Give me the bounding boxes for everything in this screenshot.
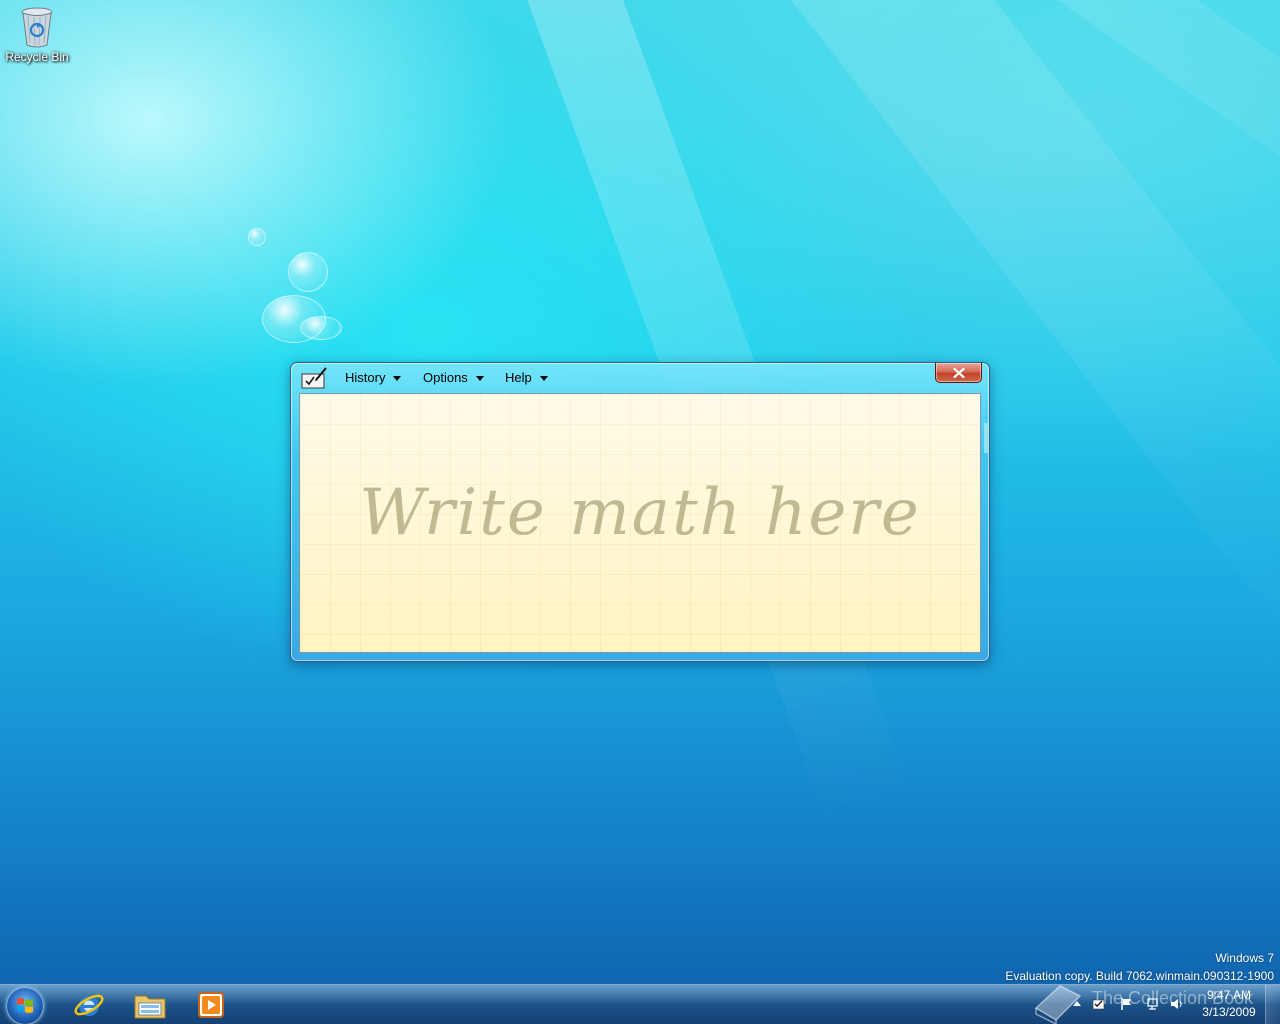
watermark-os-name: Windows 7 (1215, 951, 1274, 965)
bubble (300, 316, 342, 340)
windows-logo-icon (17, 998, 33, 1013)
menu-options-label: Options (423, 370, 468, 385)
math-input-panel-window[interactable]: History Options Help Write math here (290, 362, 990, 662)
chevron-down-icon (539, 375, 548, 381)
bubble (288, 252, 328, 292)
windows-explorer-icon (134, 995, 166, 1019)
watermark-build: Evaluation copy. Build 7062.winmain.0903… (1005, 969, 1274, 983)
taskbar-media-player[interactable] (182, 986, 240, 1024)
volume-icon[interactable] (1170, 998, 1184, 1010)
flag-icon[interactable] (1120, 998, 1134, 1010)
show-hidden-icons-arrow[interactable] (1070, 998, 1084, 1010)
start-button[interactable] (6, 987, 44, 1024)
taskbar-windows-explorer[interactable] (121, 986, 179, 1024)
network-icon[interactable] (1146, 998, 1160, 1010)
math-input-panel-icon[interactable] (300, 366, 328, 390)
writing-area[interactable]: Write math here (299, 393, 981, 653)
window-edge-highlight (984, 423, 988, 453)
clock-date: 3/13/2009 (1202, 1005, 1256, 1019)
chevron-down-icon (393, 375, 402, 381)
writing-area-hint: Write math here (359, 476, 921, 550)
close-button[interactable] (935, 363, 982, 383)
desktop-icon-label: Recycle Bin (5, 50, 69, 64)
menu-history[interactable]: History (345, 370, 402, 385)
action-center-icon[interactable] (1092, 998, 1106, 1010)
recycle-bin-icon (20, 6, 54, 48)
menu-help-label: Help (505, 370, 532, 385)
show-desktop-button[interactable] (1265, 985, 1280, 1024)
menu-history-label: History (345, 370, 386, 385)
close-icon (952, 367, 965, 378)
taskbar-clock[interactable]: 9:47 AM 3/13/2009 (1196, 987, 1262, 1021)
clock-time: 9:47 AM (1206, 988, 1252, 1002)
media-player-icon (198, 992, 224, 1018)
desktop: Recycle Bin History Options Help Write m… (0, 0, 1280, 1024)
internet-explorer-icon (74, 994, 104, 1016)
desktop-icon-recycle-bin[interactable]: Recycle Bin (4, 6, 70, 74)
evaluation-watermark: Windows 7 Evaluation copy. Build 7062.wi… (1005, 949, 1274, 985)
taskbar-internet-explorer[interactable] (60, 986, 118, 1024)
chevron-down-icon (475, 375, 484, 381)
menu-options[interactable]: Options (423, 370, 484, 385)
menu-help[interactable]: Help (505, 370, 548, 385)
taskbar: 9:47 AM 3/13/2009 (0, 984, 1280, 1024)
bubble (248, 228, 266, 246)
